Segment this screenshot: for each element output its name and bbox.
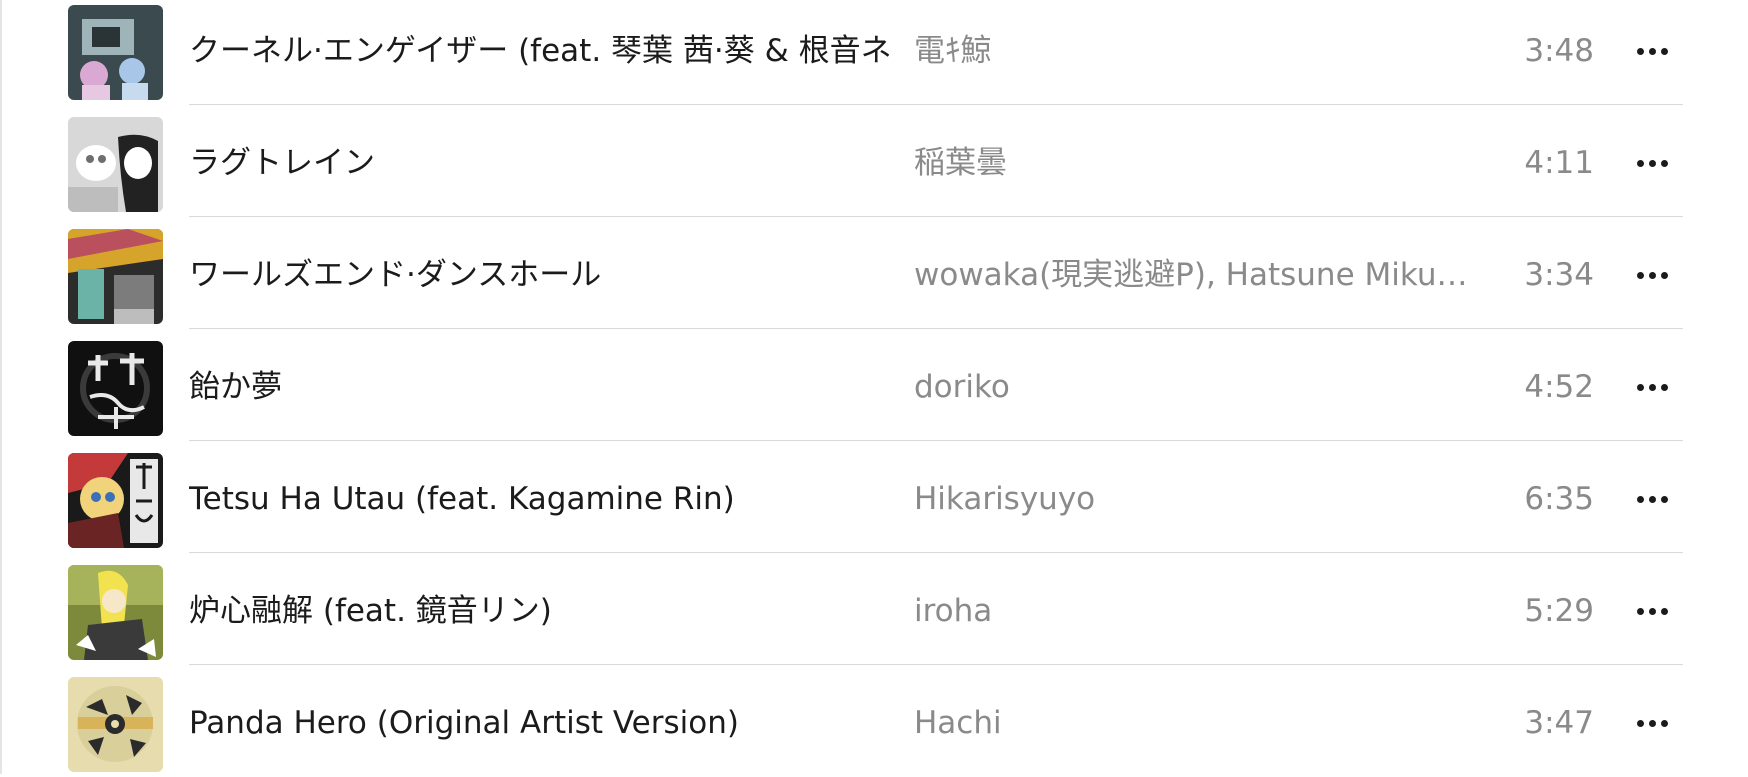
album-art-7-icon [68,677,163,772]
ellipsis-icon [1636,383,1644,391]
track-artist[interactable]: Hikarisyuyo [914,479,1469,519]
track-artist[interactable]: 稲葉曇 [914,143,1469,183]
track-artist[interactable]: iroha [914,591,1469,631]
album-art-1-icon [68,5,163,100]
track-title: ワールズエンド·ダンスホール [189,257,602,293]
track-artist[interactable]: wowaka(現実逃避P), Hatsune Miku &... [914,255,1469,295]
more-options-button[interactable] [1630,593,1674,629]
track-title: ラグトレイン [189,145,375,181]
track-duration: 4:11 [1524,145,1594,181]
ellipsis-icon [1636,271,1644,279]
album-artwork[interactable] [68,229,163,324]
track-list: クーネル·エンゲイザー (feat. 琴葉 茜·葵 & 根音ネネ) 電ｷ鯨 3:… [0,0,1748,777]
more-options-button[interactable] [1630,369,1674,405]
album-art-4-icon [68,341,163,436]
album-artwork[interactable] [68,565,163,660]
album-art-5-icon [68,453,163,548]
album-art-2-icon [68,117,163,212]
track-title: 炉心融解 (feat. 鏡音リン) [189,593,552,629]
more-options-button[interactable] [1630,257,1674,293]
album-artwork[interactable] [68,453,163,548]
track-row[interactable]: 飴か夢 doriko 4:52 [0,329,1748,441]
more-options-button[interactable] [1630,145,1674,181]
track-duration: 5:29 [1524,593,1594,629]
track-artist[interactable]: doriko [914,367,1469,407]
track-duration: 6:35 [1524,481,1594,517]
ellipsis-icon [1636,607,1644,615]
track-row[interactable]: 炉心融解 (feat. 鏡音リン) iroha 5:29 [0,553,1748,665]
track-artist[interactable]: 電ｷ鯨 [914,31,1469,71]
track-artist[interactable]: Hachi [914,703,1469,743]
track-row[interactable]: Panda Hero (Original Artist Version) Hac… [0,665,1748,777]
track-row[interactable]: ラグトレイン 稲葉曇 4:11 [0,105,1748,217]
track-row[interactable]: ワールズエンド·ダンスホール wowaka(現実逃避P), Hatsune Mi… [0,217,1748,329]
ellipsis-icon [1636,47,1644,55]
album-art-3-icon [68,229,163,324]
track-duration: 4:52 [1524,369,1594,405]
album-artwork[interactable] [68,677,163,772]
track-row[interactable]: Tetsu Ha Utau (feat. Kagamine Rin) Hikar… [0,441,1748,553]
album-art-6-icon [68,565,163,660]
track-title: Tetsu Ha Utau (feat. Kagamine Rin) [189,481,735,517]
ellipsis-icon [1636,719,1644,727]
track-duration: 3:48 [1524,33,1594,69]
ellipsis-icon [1636,495,1644,503]
more-options-button[interactable] [1630,705,1674,741]
ellipsis-icon [1636,159,1644,167]
track-duration: 3:34 [1524,257,1594,293]
more-options-button[interactable] [1630,481,1674,517]
track-duration: 3:47 [1524,705,1594,741]
track-row[interactable]: クーネル·エンゲイザー (feat. 琴葉 茜·葵 & 根音ネネ) 電ｷ鯨 3:… [0,0,1748,105]
album-artwork[interactable] [68,5,163,100]
album-artwork[interactable] [68,117,163,212]
album-artwork[interactable] [68,341,163,436]
track-title: Panda Hero (Original Artist Version) [189,705,739,741]
more-options-button[interactable] [1630,33,1674,69]
track-title: クーネル·エンゲイザー (feat. 琴葉 茜·葵 & 根音ネネ) [189,33,889,69]
track-title: 飴か夢 [189,369,282,405]
